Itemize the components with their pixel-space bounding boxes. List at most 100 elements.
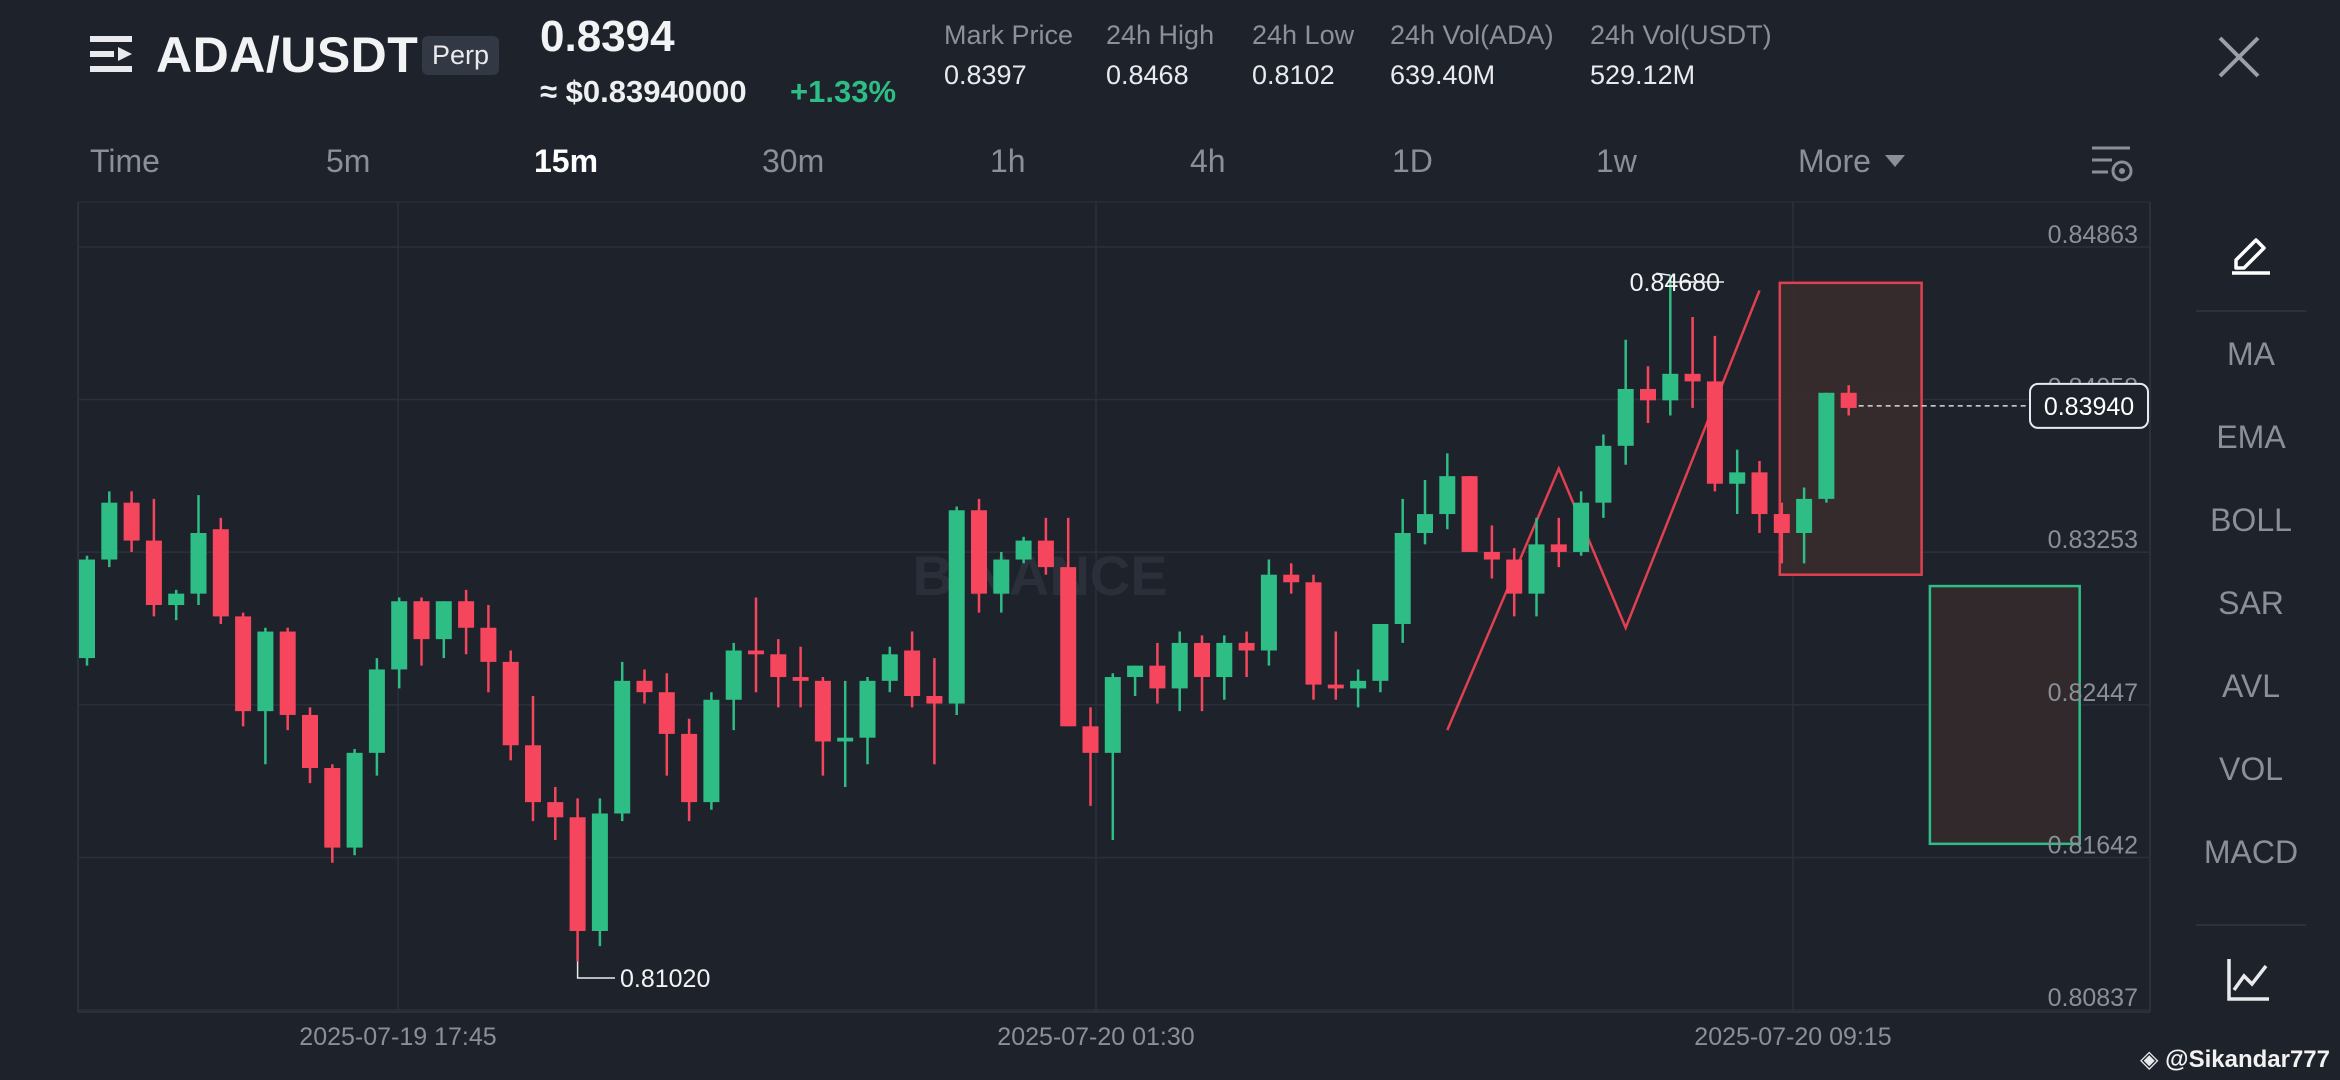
candle-up <box>168 593 185 606</box>
candle-down <box>1149 665 1166 689</box>
candle-down <box>1283 574 1300 583</box>
tab-15m[interactable]: 15m <box>534 143 598 180</box>
candle-up <box>346 752 363 848</box>
candle-down <box>1082 726 1099 753</box>
candle-down <box>1840 392 1857 408</box>
candle-up <box>1439 476 1456 515</box>
candle-up <box>1372 623 1389 681</box>
tool-ema[interactable]: EMA <box>2196 419 2306 456</box>
low-24h-label: 24h Low <box>1252 20 1355 50</box>
candle-down <box>792 677 809 681</box>
binance-diamond-icon: ◈ <box>2140 1046 2159 1073</box>
candle-down <box>1305 582 1322 685</box>
price-change-percent: +1.33% <box>790 74 897 109</box>
candle-up <box>1015 540 1032 560</box>
candle-down <box>458 601 475 628</box>
price-axis-label: 0.82447 <box>2048 679 2138 707</box>
low-marker-leader <box>576 961 615 979</box>
tab-more[interactable]: More <box>1798 143 1871 180</box>
candle-up <box>1127 665 1144 678</box>
tab-30m[interactable]: 30m <box>762 143 824 180</box>
candle-down <box>1238 642 1255 651</box>
candle-up <box>1729 472 1746 484</box>
tool-sar[interactable]: SAR <box>2196 585 2306 622</box>
candle-up <box>101 502 118 560</box>
tab-5m[interactable]: 5m <box>326 143 370 180</box>
candle-down <box>1327 684 1344 689</box>
candle-down <box>1461 476 1478 552</box>
low-marker-label: 0.81020 <box>620 965 710 993</box>
candle-down <box>770 654 787 678</box>
candle-up <box>1417 514 1433 534</box>
candle-down <box>235 616 252 712</box>
candle-up <box>1216 642 1233 678</box>
candles <box>79 275 1857 962</box>
credit-watermark: ◈ @Sikandar777 <box>2140 1045 2330 1074</box>
candle-down <box>413 601 430 640</box>
candle-down <box>1194 642 1210 678</box>
indicator-chart-icon[interactable] <box>2226 956 2272 1002</box>
candle-down <box>658 692 675 734</box>
last-price: 0.8394 <box>540 12 675 61</box>
candle-down <box>1550 544 1567 552</box>
candle-up <box>1796 498 1813 534</box>
vol-ada-label: 24h Vol(ADA) <box>1390 20 1554 50</box>
candle-down <box>302 714 318 769</box>
candle-down <box>1684 373 1701 382</box>
tab-1w[interactable]: 1w <box>1596 143 1637 180</box>
candle-down <box>1037 540 1054 568</box>
candle-up <box>257 631 274 712</box>
high-marker-label: 0.84680 <box>1630 269 1720 297</box>
tool-boll[interactable]: BOLL <box>2196 502 2306 539</box>
current-price-text: 0.83940 <box>2044 393 2134 421</box>
perp-badge: Perp <box>422 36 500 75</box>
candle-down <box>212 529 229 617</box>
candle-down <box>1506 559 1523 594</box>
time-axis-label: 2025-07-19 17:45 <box>299 1023 496 1051</box>
candle-down <box>814 680 831 742</box>
candle-down <box>279 631 296 715</box>
high-24h-label: 24h High <box>1106 20 1215 50</box>
candle-down <box>502 661 519 746</box>
candle-down <box>1640 388 1656 401</box>
candle-up <box>703 699 720 803</box>
candle-down <box>1706 381 1723 484</box>
candle-down <box>1060 567 1077 727</box>
tab-time[interactable]: Time <box>90 143 160 180</box>
candle-down <box>1483 551 1500 560</box>
candle-up <box>435 601 452 640</box>
tool-ma[interactable]: MA <box>2196 336 2306 373</box>
tool-avl[interactable]: AVL <box>2196 668 2306 705</box>
tab-4h[interactable]: 4h <box>1190 143 1226 180</box>
vol-usdt-label: 24h Vol(USDT) <box>1590 20 1772 50</box>
time-axis-label: 2025-07-20 01:30 <box>997 1023 1194 1051</box>
candle-down <box>123 502 140 541</box>
tool-macd[interactable]: MACD <box>2196 834 2306 871</box>
close-icon[interactable] <box>2212 30 2266 84</box>
side-divider <box>2196 310 2306 312</box>
tab-1d[interactable]: 1D <box>1392 143 1433 180</box>
candle-down <box>145 540 162 606</box>
candle-down <box>569 817 586 931</box>
candle-down <box>904 650 921 696</box>
chevron-down-icon[interactable] <box>1884 154 1906 168</box>
mark-price-label: Mark Price <box>944 20 1074 50</box>
candle-down <box>681 733 698 803</box>
candle-up <box>190 533 207 594</box>
price-axis-label: 0.84863 <box>2048 221 2138 249</box>
candle-up <box>1595 445 1612 503</box>
symbol-title[interactable]: ADA/USDT <box>156 26 418 84</box>
draw-tool-icon[interactable] <box>2226 226 2276 276</box>
candle-down <box>324 768 341 848</box>
candle-up <box>1171 642 1188 689</box>
price-axis-label: 0.83253 <box>2048 526 2138 554</box>
menu-icon[interactable] <box>88 32 136 80</box>
candle-up <box>1394 533 1411 624</box>
chart-settings-icon[interactable] <box>2090 142 2134 186</box>
low-24h-value: 0.8102 <box>1252 60 1335 90</box>
vol-ada-value: 639.40M <box>1390 60 1496 90</box>
candle-down <box>971 510 987 594</box>
tab-1h[interactable]: 1h <box>990 143 1026 180</box>
credit-text: @Sikandar777 <box>2165 1046 2330 1073</box>
tool-vol[interactable]: VOL <box>2196 751 2306 788</box>
